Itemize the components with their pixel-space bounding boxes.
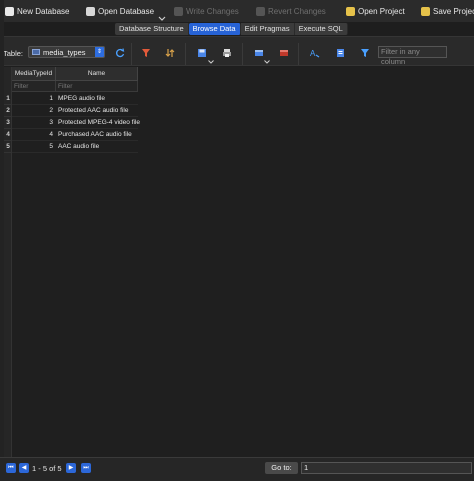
- clear-filters-icon[interactable]: [141, 48, 151, 58]
- record-count: 1 - 5 of 5: [32, 464, 62, 473]
- cell-name[interactable]: AAC audio file: [56, 141, 138, 153]
- cell-mediatypeid[interactable]: 4: [12, 129, 56, 141]
- tab-execute-sql[interactable]: Execute SQL: [294, 23, 348, 35]
- main-tabs: Database Structure Browse Data Edit Prag…: [115, 23, 348, 35]
- find-icon[interactable]: A: [310, 48, 320, 58]
- insert-record-icon[interactable]: [254, 48, 264, 58]
- table-select-value: media_types: [43, 47, 86, 57]
- cell-name[interactable]: MPEG audio file: [56, 93, 138, 105]
- new-database-icon: [5, 6, 14, 16]
- toolbar-separator: [185, 43, 186, 65]
- cell-name[interactable]: Purchased AAC audio file: [56, 129, 138, 141]
- filter-field-mediatypeid[interactable]: Filter: [12, 81, 56, 92]
- go-to-button[interactable]: Go to:: [265, 462, 298, 474]
- filter-any-column-input[interactable]: Filter in any column: [378, 46, 447, 66]
- print-icon[interactable]: [222, 48, 232, 58]
- row-number[interactable]: 3: [4, 117, 12, 129]
- main-toolbar: New Database Open Database Write Changes…: [0, 0, 474, 22]
- row-number[interactable]: 4: [4, 129, 12, 141]
- open-project-icon: [346, 6, 355, 16]
- previous-record-icon[interactable]: ◀: [19, 463, 29, 473]
- insert-record-dropdown-icon[interactable]: [264, 60, 270, 64]
- cell-name[interactable]: Protected AAC audio file: [56, 105, 138, 117]
- next-record-icon[interactable]: ▶: [66, 463, 76, 473]
- save-project-button[interactable]: Save Project: [421, 5, 474, 17]
- tab-browse-data[interactable]: Browse Data: [188, 23, 241, 35]
- save-table-dropdown-icon[interactable]: [208, 60, 214, 64]
- filter-icon[interactable]: [360, 48, 370, 58]
- save-table-icon[interactable]: [197, 48, 207, 58]
- cell-name[interactable]: Protected MPEG-4 video file: [56, 117, 140, 129]
- table-label: Table:: [3, 49, 24, 58]
- revert-changes-button[interactable]: Revert Changes: [256, 5, 326, 17]
- open-project-button[interactable]: Open Project: [346, 5, 405, 17]
- row-number[interactable]: 5: [4, 141, 12, 153]
- new-database-button[interactable]: New Database: [5, 5, 69, 17]
- write-changes-icon: [174, 6, 183, 16]
- save-project-icon: [421, 6, 430, 16]
- toolbar-separator: [131, 43, 132, 65]
- toolbar-separator: [298, 43, 299, 65]
- toolbar-separator: [242, 43, 243, 65]
- column-header-name[interactable]: Name: [56, 67, 138, 81]
- column-header-mediatypeid[interactable]: MediaTypeId: [12, 67, 56, 81]
- chevron-down-icon[interactable]: [158, 16, 166, 22]
- write-changes-button[interactable]: Write Changes: [174, 5, 239, 17]
- last-record-icon[interactable]: ⏭: [81, 463, 91, 473]
- clear-sort-icon[interactable]: [165, 48, 175, 58]
- find-replace-icon[interactable]: [336, 48, 346, 58]
- revert-changes-icon: [256, 6, 265, 16]
- select-arrows-icon: ⇕: [95, 47, 104, 57]
- refresh-icon[interactable]: [115, 48, 125, 58]
- cell-mediatypeid[interactable]: 5: [12, 141, 56, 153]
- open-database-button[interactable]: Open Database: [86, 5, 154, 17]
- cell-mediatypeid[interactable]: 3: [12, 117, 56, 129]
- open-database-icon: [86, 6, 95, 16]
- row-number[interactable]: 1: [4, 93, 12, 105]
- filter-field-name[interactable]: Filter: [56, 81, 138, 92]
- cell-mediatypeid[interactable]: 1: [12, 93, 56, 105]
- tab-edit-pragmas[interactable]: Edit Pragmas: [240, 23, 295, 35]
- data-grid: MediaTypeId Name Filter Filter 1 1 MPEG …: [4, 67, 474, 457]
- svg-text:A: A: [310, 49, 316, 58]
- go-to-input[interactable]: 1: [301, 462, 472, 474]
- record-navigation-bar: ⏮ ◀ 1 - 5 of 5 ▶ ⏭ Go to: 1: [0, 457, 474, 481]
- first-record-icon[interactable]: ⏮: [6, 463, 16, 473]
- delete-record-icon[interactable]: [279, 48, 289, 58]
- cell-mediatypeid[interactable]: 2: [12, 105, 56, 117]
- table-select[interactable]: media_types ⇕: [28, 46, 105, 58]
- row-number[interactable]: 2: [4, 105, 12, 117]
- tab-database-structure[interactable]: Database Structure: [115, 23, 189, 35]
- table-icon: [32, 49, 40, 55]
